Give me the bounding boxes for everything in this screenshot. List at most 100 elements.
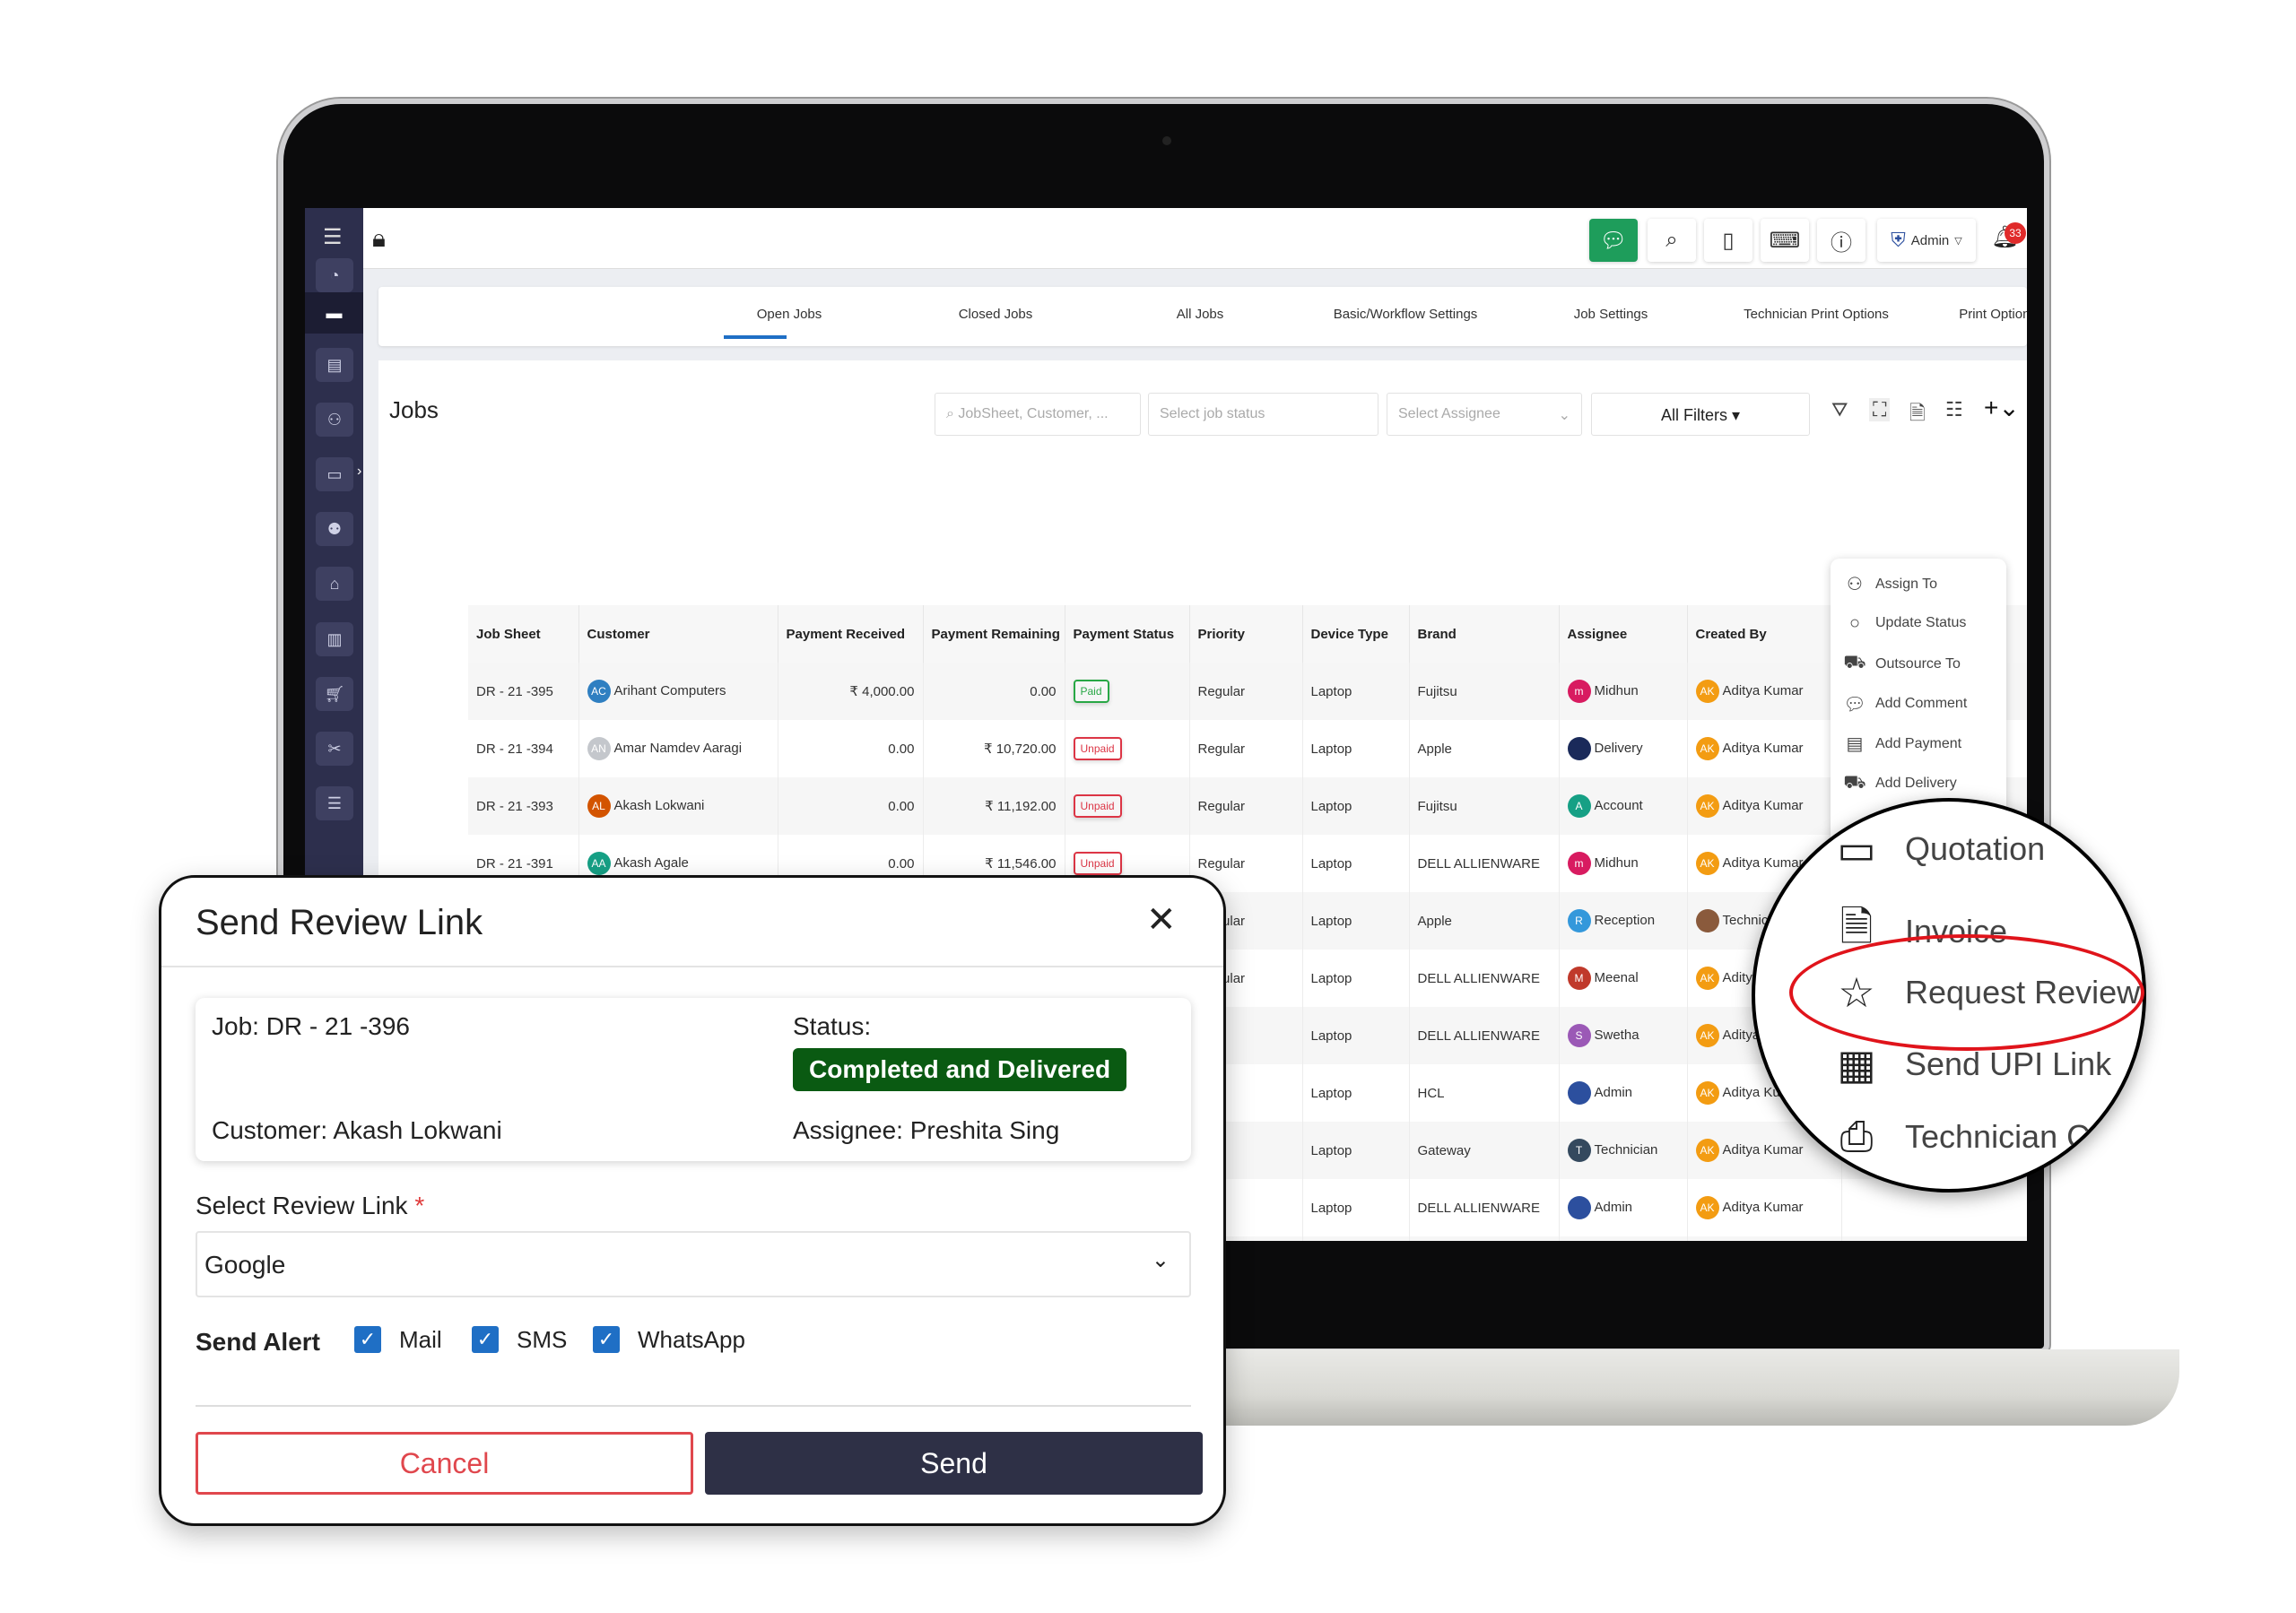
wallet-icon[interactable]: ▭ [316, 457, 353, 491]
tab-print-option-settings[interactable]: Print Option Settings [1959, 307, 2027, 322]
clear-filter-icon[interactable]: ⛛ [1831, 398, 1848, 421]
created-by-name: Aditya Kumar [1722, 854, 1804, 871]
customers-icon[interactable]: ⚇ [316, 403, 353, 437]
menu-item-add-delivery[interactable]: ⛟ Add Delivery [1843, 773, 1956, 795]
payment-status-cell: Unpaid [1065, 777, 1190, 835]
assignee-cell: R Reception [1559, 892, 1688, 950]
document-icon[interactable]: ▤ [316, 348, 353, 382]
created-by-name: Aditya Kumar [1722, 797, 1804, 813]
job-status-select[interactable]: Select job status [1148, 393, 1378, 436]
help-icon[interactable]: ⓘ [1817, 219, 1866, 262]
dev-cell: Laptop [1302, 1007, 1410, 1064]
assignee-avatar: m [1567, 680, 1591, 703]
pri-cell: Regular [1189, 720, 1303, 777]
column-header[interactable]: Assignee [1559, 605, 1688, 663]
menu-item-add-payment[interactable]: ▤ Add Payment [1843, 733, 1962, 755]
excel-export-icon[interactable]: 🗎︎ [1909, 398, 1926, 432]
admin-avatar-icon: ⛨ [1891, 229, 1906, 251]
created-by-cell: AKAditya Kumar [1687, 663, 1842, 720]
created-by-name: Aditya Kumar [1722, 1141, 1804, 1158]
column-header[interactable]: Payment Status [1065, 605, 1190, 663]
menu-item-update-status[interactable]: ○ Update Status [1843, 613, 1966, 634]
customer-name: Arihant Computers [613, 682, 726, 698]
checkbox-sms[interactable]: ✓ [472, 1326, 499, 1353]
column-header[interactable]: Customer [578, 605, 778, 663]
magnified-item-technician-copy[interactable]: ⎙ Technician Copy [1831, 1112, 2143, 1162]
calendar-icon[interactable]: ▯ [1704, 219, 1752, 262]
checkbox-whatsapp[interactable]: ✓ [593, 1326, 620, 1353]
highlight-ellipse [1789, 934, 2144, 1051]
search-icon[interactable]: ⌕ [1648, 219, 1696, 262]
column-header[interactable]: Job Sheet [468, 605, 579, 663]
laptop-base [1076, 1349, 2179, 1426]
status-badge: Completed and Delivered [793, 1048, 1127, 1091]
payment-status-badge: Unpaid [1073, 794, 1122, 818]
table-row[interactable]: DR - 21 -395 AC Arihant Computers ₹ 4,000.0… [468, 663, 2027, 720]
card-icon: ▤ [1846, 734, 1864, 754]
menu-item-label: Add Comment [1875, 696, 1968, 711]
expand-chevron-icon[interactable]: › [357, 464, 361, 480]
tab-all-jobs[interactable]: All Jobs [1177, 307, 1224, 322]
report-icon[interactable]: ▥ [316, 622, 353, 656]
menu-item-add-comment[interactable]: 💬︎ Add Comment [1843, 693, 1967, 715]
created-by-avatar: AK [1695, 1024, 1719, 1047]
column-header[interactable]: Priority [1189, 605, 1303, 663]
page-title: Jobs [389, 396, 439, 423]
scan-icon[interactable]: ⛶ [1869, 398, 1891, 421]
assignee-name: Technician [1594, 1141, 1658, 1158]
tab-technician-print-options[interactable]: Technician Print Options [1744, 307, 1889, 322]
menu-item-assign-to[interactable]: ⚇ Assign To [1843, 573, 1937, 595]
column-header[interactable]: Created By [1687, 605, 1842, 663]
magnified-item-quotation[interactable]: ▭ Quotation [1831, 825, 2045, 873]
column-header[interactable]: Device Type [1302, 605, 1410, 663]
tab-open-jobs[interactable]: Open Jobs [757, 307, 822, 322]
tools-icon[interactable]: ✂ [316, 732, 353, 766]
user-menu[interactable]: ⛨ Admin ▽ [1877, 219, 1976, 262]
brand-cell: Apple [1409, 1236, 1560, 1241]
close-icon[interactable]: ✕ [1146, 899, 1177, 941]
store-icon[interactable]: ⌂ [316, 567, 353, 601]
created-by-avatar: AK [1695, 1081, 1719, 1105]
cancel-button[interactable]: Cancel [196, 1432, 693, 1495]
brand-cell: DELL ALLIENWARE [1409, 1179, 1560, 1236]
review-link-select[interactable]: Google ⌄ [196, 1231, 1191, 1297]
table-row[interactable]: DR - 21 -394 AN Amar Namdev Aaragi 0.00 ₹ 10… [468, 720, 2027, 777]
columns-icon[interactable]: ☷ [1945, 398, 1963, 421]
lock-icon[interactable]: 🔒︎ [372, 224, 386, 254]
dev-cell: Laptop [1302, 777, 1410, 835]
checkbox-label: WhatsApp [638, 1326, 745, 1353]
customer-name: Akash Agale [613, 854, 689, 871]
send-button[interactable]: Send [705, 1432, 1203, 1495]
dashboard-icon[interactable]: ◔ [316, 258, 353, 292]
column-header[interactable]: Brand [1409, 605, 1560, 663]
jobs-icon[interactable]: ▬ [305, 292, 363, 334]
column-header[interactable]: Payment Received [778, 605, 924, 663]
pri-cell: Regular [1189, 777, 1303, 835]
customer-avatar: AN [587, 737, 611, 760]
assignee-name: Reception [1594, 912, 1656, 928]
tab-job-settings[interactable]: Job Settings [1574, 307, 1648, 322]
search-input[interactable]: ⌕ JobSheet, Customer, ... [935, 393, 1141, 436]
created-by-avatar: AK [1695, 852, 1719, 875]
keyboard-icon[interactable]: ⌨ [1761, 219, 1809, 262]
database-icon[interactable]: ☰ [316, 786, 353, 820]
assignee-avatar: m [1567, 852, 1591, 875]
column-header[interactable]: Payment Remaining [923, 605, 1065, 663]
users-icon[interactable]: ⚉ [316, 512, 353, 546]
assignee-select[interactable]: Select Assignee ⌄ [1387, 393, 1582, 436]
all-filters-button[interactable]: All Filters ▾ [1591, 393, 1810, 436]
rem-cell: ₹ 10,720.00 [923, 720, 1065, 777]
tab-basic-workflow-settings[interactable]: Basic/Workflow Settings [1334, 307, 1478, 322]
add-job-button[interactable]: +⌄ [1984, 393, 2020, 422]
created-by-avatar: AK [1695, 1196, 1719, 1219]
menu-item-outsource-to[interactable]: ⛟ Outsource To [1843, 653, 1960, 675]
assignee-cell: m Midhun [1559, 835, 1688, 892]
chat-button[interactable]: 💬︎ [1589, 219, 1638, 262]
table-row[interactable]: DR - 21 -393 AL Akash Lokwani 0.00 ₹ 11,192.… [468, 777, 2027, 835]
tab-closed-jobs[interactable]: Closed Jobs [959, 307, 1033, 322]
job-cell: DR - 21 -394 [468, 720, 579, 777]
hamburger-menu-icon[interactable]: ☰ [323, 224, 343, 250]
checkbox-mail[interactable]: ✓ [354, 1326, 381, 1353]
job-number: Job: DR - 21 -396 [212, 1012, 410, 1040]
cart-icon[interactable]: 🛒︎ [316, 677, 353, 711]
